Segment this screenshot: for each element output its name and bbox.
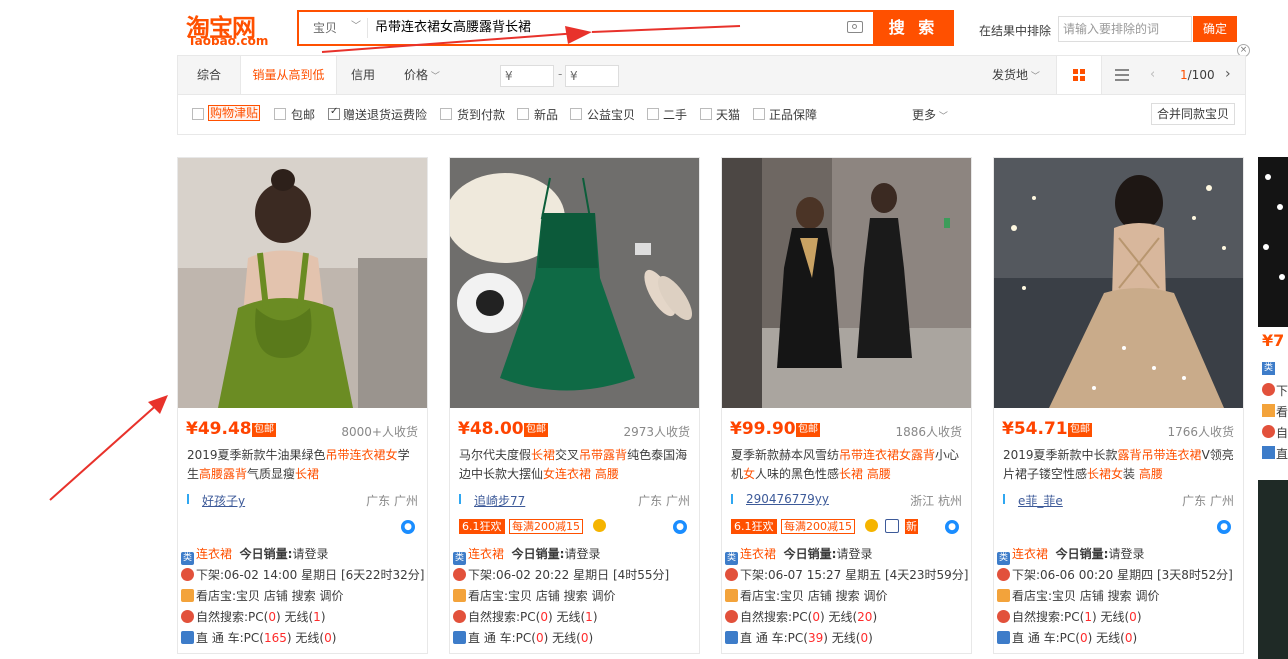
annotation-arrows <box>49 25 741 501</box>
annotation-arrow-search <box>321 32 579 53</box>
arrow-head-icon <box>565 26 592 44</box>
annotation-arrow-card <box>49 401 161 501</box>
